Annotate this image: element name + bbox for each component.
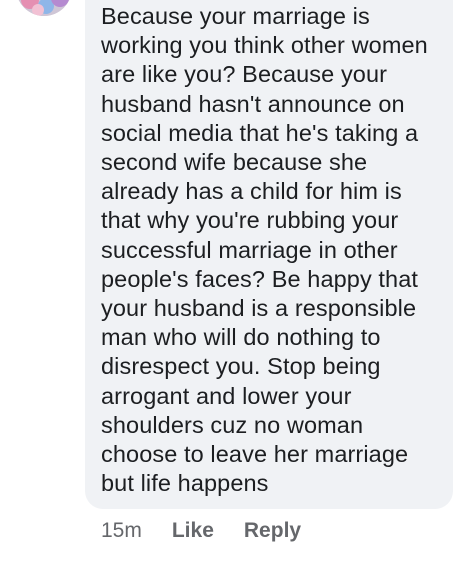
comment-line: second wife because she [101, 149, 368, 176]
comment-line: man who will do nothing to [101, 324, 381, 351]
comment-text: Because your marriage is working you thi… [101, 2, 451, 498]
comment-line: people's faces? Be happy that [101, 265, 419, 292]
comment-line: social media that he's taking a [101, 119, 419, 146]
like-button[interactable]: Like [172, 519, 214, 543]
reply-button[interactable]: Reply [244, 519, 301, 543]
avatar[interactable] [16, 0, 72, 16]
comment-line: but life happens [101, 470, 269, 497]
comment-line: choose to leave her marriage [101, 441, 409, 468]
comment-line: shoulders cuz no woman [101, 411, 364, 438]
comment-line: husband hasn't announce on [101, 90, 405, 117]
comment-line: successful marriage in other [101, 236, 398, 263]
comment-line: Because your marriage is [101, 3, 370, 29]
comment-line: arrogant and lower your [101, 382, 352, 409]
comment-line: that why you're rubbing your [101, 207, 399, 234]
avatar-image [16, 0, 72, 16]
comment-meta: 15m Like Reply [101, 517, 331, 545]
comment-line: already has a child for him is [101, 178, 402, 205]
comment-timestamp[interactable]: 15m [101, 519, 142, 543]
comment-line: working you think other women [101, 32, 428, 59]
comment-line: disrespect you. Stop being [101, 353, 381, 380]
comment-line: your husband is a responsible [101, 295, 417, 322]
comment-line: are like you? Because your [101, 61, 388, 88]
